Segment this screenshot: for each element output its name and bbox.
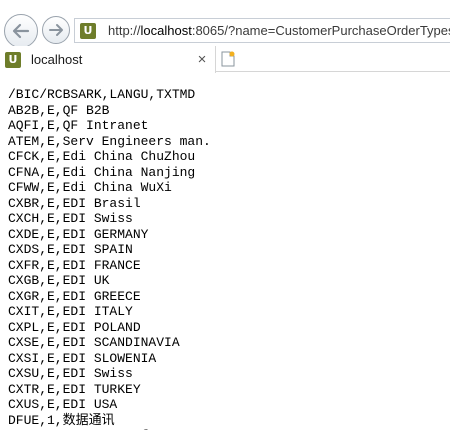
listing-line: CXBR,E,EDI Brasil bbox=[8, 195, 141, 211]
url-text: http://localhost:8065/?name=CustomerPurc… bbox=[108, 23, 450, 38]
back-arrow-icon bbox=[12, 23, 30, 39]
url-field[interactable]: U http://localhost:8065/?name=CustomerPu… bbox=[74, 18, 450, 43]
url-rest: :8065/?name=CustomerPurchaseOrderTypes bbox=[191, 23, 450, 38]
listing-line: DFUE,1,数据通讯 bbox=[8, 412, 115, 428]
listing-line: CFWW,E,Edi China WuXi bbox=[8, 180, 172, 195]
tab-strip: U localhost × bbox=[0, 46, 450, 73]
listing-line: ATEM,E,Serv Engineers man. bbox=[8, 133, 211, 149]
site-favicon-icon: U bbox=[80, 22, 96, 39]
listing-line: CXSU,E,EDI Swiss bbox=[8, 366, 133, 381]
listing-line: CXCH,E,EDI Swiss bbox=[8, 211, 133, 226]
forward-button[interactable] bbox=[42, 16, 70, 44]
listing-line: AB2B,E,QF B2B bbox=[8, 102, 110, 118]
csv-listing: /BIC/RCBSARK,LANGU,TXTMD AB2B,E,QF B2B AQF… bbox=[8, 87, 211, 430]
listing-line: CXTR,E,EDI TURKEY bbox=[8, 381, 141, 397]
listing-line: AQFI,E,QF Intranet bbox=[8, 118, 149, 133]
tab-close-icon[interactable]: × bbox=[194, 51, 210, 68]
listing-line: CXGB,E,EDI UK bbox=[8, 273, 110, 288]
tab-title: localhost bbox=[31, 52, 83, 67]
listing-line: CFCK,E,Edi China ChuZhou bbox=[8, 149, 196, 164]
page-content: /BIC/RCBSARK,LANGU,TXTMD AB2B,E,QF B2B AQF… bbox=[0, 73, 450, 430]
listing-line: CXUS,E,EDI USA bbox=[8, 397, 118, 412]
listing-line: CXIT,E,EDI ITALY bbox=[8, 304, 133, 319]
tab-localhost[interactable]: U localhost × bbox=[0, 46, 216, 73]
address-bar: U http://localhost:8065/?name=CustomerPu… bbox=[0, 0, 450, 48]
listing-line: CXDS,E,EDI SPAIN bbox=[8, 242, 133, 257]
url-host: localhost bbox=[140, 23, 192, 38]
listing-line: /BIC/RCBSARK,LANGU,TXTMD bbox=[8, 87, 196, 102]
listing-line: CXFR,E,EDI FRANCE bbox=[8, 257, 141, 273]
listing-line: CXPL,E,EDI POLAND bbox=[8, 319, 141, 335]
tab-favicon-icon: U bbox=[5, 51, 21, 68]
back-button[interactable] bbox=[4, 14, 38, 48]
listing-line: CXSI,E,EDI SLOWENIA bbox=[8, 350, 157, 366]
listing-line: CXSE,E,EDI SCANDINAVIA bbox=[8, 335, 180, 350]
listing-line: CXGR,E,EDI GREECE bbox=[8, 288, 141, 304]
url-prefix: http:// bbox=[108, 23, 141, 38]
new-tab-icon bbox=[221, 51, 235, 67]
forward-arrow-icon bbox=[49, 24, 63, 36]
listing-line: CFNA,E,Edi China Nanjing bbox=[8, 164, 196, 180]
listing-line: CXDE,E,EDI GERMANY bbox=[8, 226, 149, 242]
new-tab-button[interactable] bbox=[217, 48, 239, 70]
